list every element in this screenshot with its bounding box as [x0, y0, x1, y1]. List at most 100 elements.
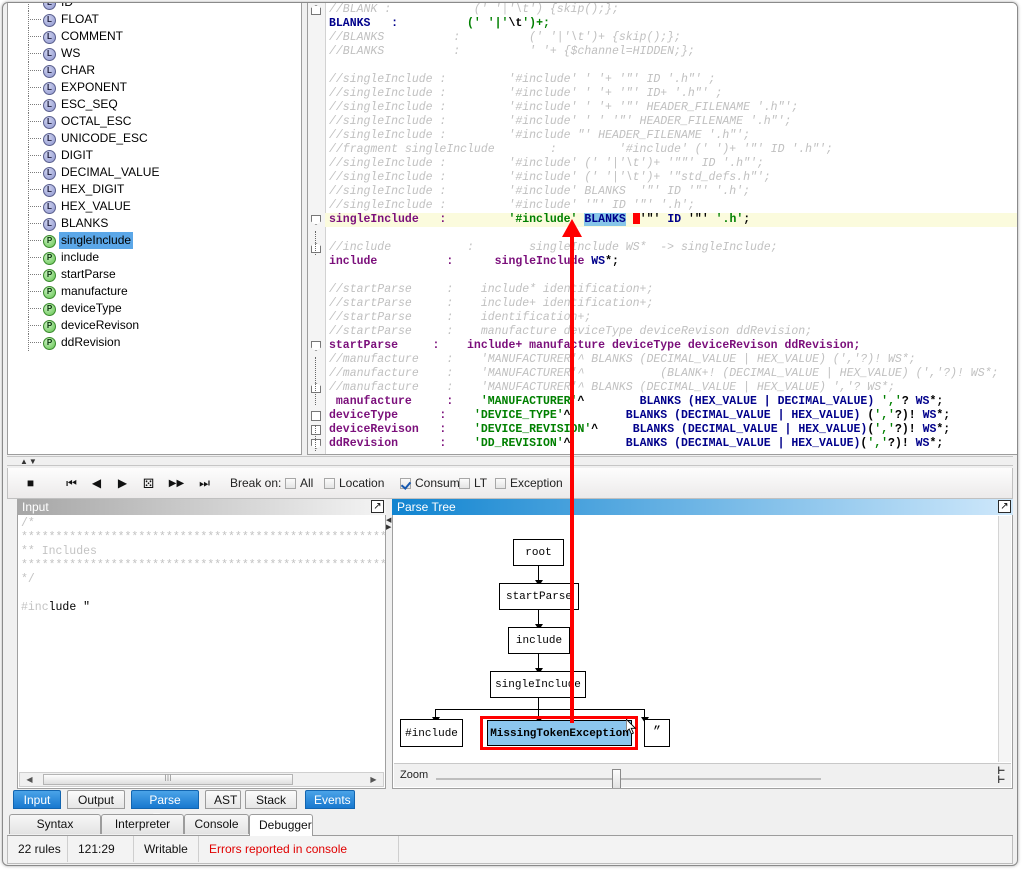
vsplitter-arrows-icon[interactable]: ◀▶: [386, 517, 391, 531]
editor-line[interactable]: include : singleInclude WS*;: [325, 255, 1017, 269]
input-text-content[interactable]: /***************************************…: [21, 517, 383, 615]
editor-line[interactable]: startParse : include+ manufacture device…: [325, 339, 1017, 353]
step-forward-button[interactable]: ▶: [114, 475, 131, 492]
code-fold-marker[interactable]: [311, 5, 321, 15]
code-fold-marker[interactable]: [311, 439, 321, 449]
parse-tree-vertical-scrollbar[interactable]: [998, 516, 1011, 762]
editor-line[interactable]: //singleInclude : '#include' (' '|'\t')+…: [325, 171, 1017, 185]
rule-tree-item-octal_esc[interactable]: LOCTAL_ESC: [8, 113, 301, 130]
editor-line[interactable]: singleInclude : '#include' BLANKS '"' ID…: [325, 213, 1017, 227]
editor-line[interactable]: //startParse : include+ identification+;: [325, 297, 1017, 311]
main-tab-console[interactable]: Console: [184, 814, 249, 834]
editor-line[interactable]: //manufacture : 'MANUFACTURER'^ BLANKS (…: [325, 353, 1017, 367]
view-tab-parse-tree[interactable]: Parse Tree: [131, 790, 199, 809]
checkbox-box[interactable]: [495, 478, 506, 489]
fast-forward-button[interactable]: ▶▶: [168, 475, 185, 492]
input-horizontal-scrollbar[interactable]: ◀ ▶: [19, 772, 384, 787]
view-tab-output[interactable]: Output: [67, 790, 125, 809]
parse-tree-node-hash-include[interactable]: #include: [400, 719, 463, 747]
step-over-button[interactable]: ⚄: [140, 475, 157, 492]
rule-tree-item-devicetype[interactable]: PdeviceType: [8, 300, 301, 317]
rule-tree-item-unicode_esc[interactable]: LUNICODE_ESC: [8, 130, 301, 147]
input-panel-maximize-icon[interactable]: ↗: [371, 500, 384, 513]
rule-tree-item-ddrevision[interactable]: PddRevision: [8, 334, 301, 351]
editor-line[interactable]: //singleInclude : '#include' '"' ID '"' …: [325, 199, 1017, 213]
rule-tree-item-id[interactable]: LID: [8, 3, 301, 11]
code-fold-marker[interactable]: [311, 341, 321, 351]
editor-code-area[interactable]: //BLANK : (' '|'\t') {skip();};BLANKS : …: [325, 3, 1017, 454]
editor-fold-gutter[interactable]: [308, 3, 326, 454]
view-tab-ast[interactable]: AST: [205, 790, 241, 809]
editor-line[interactable]: [325, 227, 1017, 241]
code-fold-marker[interactable]: [311, 411, 321, 421]
rule-tree-item-include[interactable]: Pinclude: [8, 249, 301, 266]
editor-line[interactable]: //startParse : manufacture deviceType de…: [325, 325, 1017, 339]
rule-tree-item-float[interactable]: LFLOAT: [8, 11, 301, 28]
horizontal-splitter[interactable]: ▲▼: [7, 456, 1013, 466]
editor-line[interactable]: //manufacture : 'MANUFACTURER'^ (BLANK+!…: [325, 367, 1017, 381]
rule-tree-item-decimal_value[interactable]: LDECIMAL_VALUE: [8, 164, 301, 181]
input-panel[interactable]: Input ↗ /*******************************…: [17, 499, 386, 789]
editor-line[interactable]: //singleInclude : '#include' BLANKS '"' …: [325, 185, 1017, 199]
main-tab-debugger[interactable]: Debugger: [249, 814, 313, 836]
editor-line[interactable]: ddRevision : 'DD_REVISION'^ BLANKS (DECI…: [325, 437, 1017, 451]
editor-line[interactable]: //singleInclude : '#include' ' '+ '"' ID…: [325, 73, 1017, 87]
parse-tree-maximize-icon[interactable]: ↗: [998, 500, 1011, 513]
code-fold-marker[interactable]: [311, 425, 321, 435]
editor-line[interactable]: //BLANKS : ' '+ {$channel=HIDDEN;};: [325, 45, 1017, 59]
editor-line[interactable]: //manufacture : 'MANUFACTURER'^ BLANKS (…: [325, 381, 1017, 395]
rule-tree-item-exponent[interactable]: LEXPONENT: [8, 79, 301, 96]
editor-line[interactable]: //singleInclude : '#include' (' '|'\t')+…: [325, 157, 1017, 171]
rule-tree-item-manufacture[interactable]: Pmanufacture: [8, 283, 301, 300]
editor-line[interactable]: [325, 59, 1017, 73]
rule-tree-item-digit[interactable]: LDIGIT: [8, 147, 301, 164]
editor-line[interactable]: //singleInclude : '#include' ' ' '"' HEA…: [325, 115, 1017, 129]
break-on-exception-checkbox[interactable]: Exception: [495, 476, 563, 490]
rule-tree-item-comment[interactable]: LCOMMENT: [8, 28, 301, 45]
goto-start-button[interactable]: ⏮: [63, 475, 80, 492]
parse-tree-node-quote[interactable]: ”: [644, 719, 670, 747]
editor-line[interactable]: deviceType : 'DEVICE_TYPE'^ BLANKS (DECI…: [325, 409, 1017, 423]
code-fold-marker[interactable]: [311, 243, 321, 253]
scrollbar-thumb[interactable]: [43, 774, 293, 785]
editor-line[interactable]: //singleInclude : '#include' ' '+ '"' HE…: [325, 101, 1017, 115]
grammar-rule-tree-panel[interactable]: LIDLFLOATLCOMMENTLWSLCHARLEXPONENTLESC_S…: [7, 3, 302, 455]
main-tab-syntax-diagram[interactable]: Syntax Diagram: [9, 814, 101, 834]
break-on-all-checkbox[interactable]: All: [285, 476, 313, 490]
zoom-slider-track[interactable]: [436, 778, 821, 780]
rule-tree-item-hex_value[interactable]: LHEX_VALUE: [8, 198, 301, 215]
editor-line[interactable]: [325, 269, 1017, 283]
rule-tree-item-esc_seq[interactable]: LESC_SEQ: [8, 96, 301, 113]
rule-tree-item-ws[interactable]: LWS: [8, 45, 301, 62]
scroll-left-arrow-icon[interactable]: ◀: [22, 773, 37, 786]
step-back-button[interactable]: ◀: [88, 475, 105, 492]
code-fold-marker[interactable]: [311, 215, 321, 225]
goto-end-button[interactable]: ⏭: [196, 475, 213, 492]
checkbox-box[interactable]: [459, 478, 470, 489]
parse-tree-body[interactable]: root startParse include singleInclude #i…: [392, 515, 1013, 789]
editor-line[interactable]: //startParse : identification+;: [325, 311, 1017, 325]
view-tab-stack[interactable]: Stack: [245, 790, 297, 809]
rule-tree-item-char[interactable]: LCHAR: [8, 62, 301, 79]
editor-line[interactable]: //BLANK : (' '|'\t') {skip();};: [325, 3, 1017, 17]
editor-line[interactable]: deviceRevison : 'DEVICE_REVISION'^ BLANK…: [325, 423, 1017, 437]
parse-tree-node-root[interactable]: root: [513, 539, 564, 566]
break-on-consume-checkbox[interactable]: Consume: [400, 476, 466, 490]
parse-tree-node-include[interactable]: include: [508, 627, 570, 654]
editor-line[interactable]: //fragment singleInclude : '#include' ('…: [325, 143, 1017, 157]
editor-line[interactable]: //BLANKS : (' '|'\t')+ {skip();};: [325, 31, 1017, 45]
zoom-slider-thumb[interactable]: [612, 769, 621, 789]
checkbox-box[interactable]: [324, 478, 335, 489]
tree-layout-toggle-icon[interactable]: ⊢⊢: [998, 767, 1005, 785]
rule-tree-item-hex_digit[interactable]: LHEX_DIGIT: [8, 181, 301, 198]
rule-tree-item-startparse[interactable]: PstartParse: [8, 266, 301, 283]
rule-tree-item-blanks[interactable]: LBLANKS: [8, 215, 301, 232]
view-tab-events[interactable]: Events: [305, 790, 355, 809]
editor-line[interactable]: manufacture : 'MANUFACTURER'^ BLANKS (HE…: [325, 395, 1017, 409]
editor-line[interactable]: BLANKS : (' '|'\t')+;: [325, 17, 1017, 31]
main-tab-interpreter[interactable]: Interpreter: [101, 814, 184, 834]
view-tab-input[interactable]: Input: [13, 790, 61, 809]
editor-line[interactable]: //singleInclude : '#include "' HEADER_FI…: [325, 129, 1017, 143]
parse-tree-panel[interactable]: Parse Tree ↗: [392, 499, 1013, 789]
rule-tree-item-devicerevison[interactable]: PdeviceRevison: [8, 317, 301, 334]
